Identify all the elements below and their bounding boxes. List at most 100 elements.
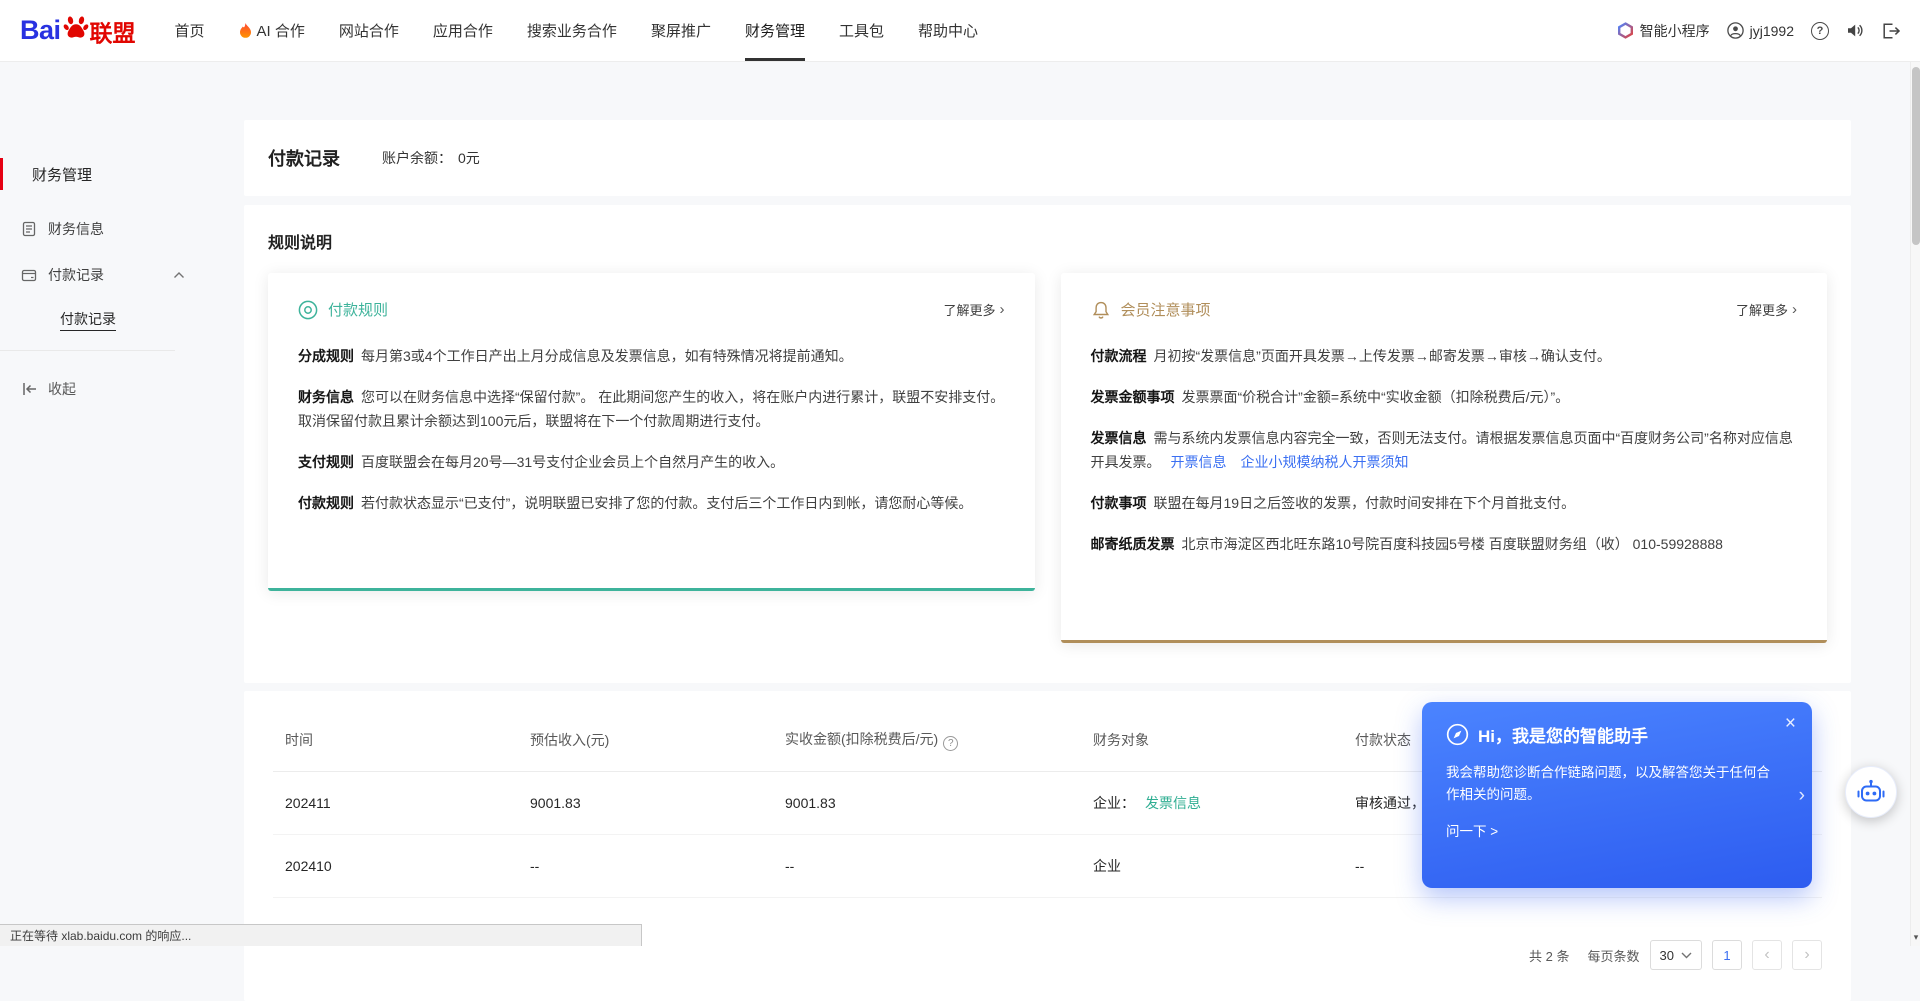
rules-cards: 付款规则 了解更多› 分成规则每月第3或4个工作日产出上月分成信息及发票信息，如… (268, 273, 1827, 643)
nav-item-screen-promotion[interactable]: 聚屏推广 (634, 0, 728, 61)
assistant-next-icon[interactable]: › (1799, 786, 1805, 805)
page-title: 付款记录 (268, 145, 340, 171)
nav-item-toolkit[interactable]: 工具包 (822, 0, 901, 61)
table-header-actual: 实收金额(扣除税费后/元)? (773, 719, 1081, 772)
page-size-value: 30 (1660, 948, 1674, 963)
scrollbar-thumb[interactable] (1912, 67, 1920, 245)
member-notice-card: 会员注意事项 了解更多› 付款流程月初按“发票信息”页面开具发票→上传发票→邮寄… (1061, 273, 1828, 643)
cell-time: 202410 (273, 835, 518, 898)
table-header-time: 时间 (273, 719, 518, 772)
cell-actual: -- (773, 835, 1081, 898)
assistant-header: Hi，我是您的智能助手 (1446, 722, 1788, 747)
next-page-button[interactable]: › (1792, 940, 1822, 970)
speaker-icon[interactable] (1846, 22, 1865, 39)
table-header-label: 实收金额(扣除税费后/元) (785, 731, 938, 747)
rules-section-title: 规则说明 (268, 229, 1827, 253)
prev-page-button[interactable]: ‹ (1752, 940, 1782, 970)
status-text: 正在等待 xlab.baidu.com 的响应... (10, 927, 191, 944)
nav-item-app-cooperation[interactable]: 应用合作 (416, 0, 510, 61)
rule-item: 付款流程月初按“发票信息”页面开具发票→上传发票→邮寄发票→审核→确认支付。 (1091, 344, 1798, 368)
learn-more-link[interactable]: 了解更多 › (943, 300, 1004, 319)
small-taxpayer-invoice-link[interactable]: 企业小规模纳税人开票须知 (1241, 454, 1409, 470)
mini-program-icon (1617, 22, 1634, 39)
logo-text-union: 联盟 (90, 14, 136, 48)
chevron-right-icon: › (1792, 301, 1797, 318)
topnav: Bai 联盟 首页 AI 合作 网站合作 应用合作 搜索业务合作 聚屏推广 财务… (0, 0, 1920, 62)
learn-more-link[interactable]: 了解更多› (1736, 300, 1797, 319)
user-icon (1727, 22, 1744, 39)
sidebar-item-payment-records[interactable]: 付款记录 (0, 252, 215, 298)
pagination-total: 共 2 条 (1529, 946, 1569, 965)
sidebar: 财务管理 财务信息 付款记录 付款记录 收起 (0, 62, 215, 1001)
rule-item: 财务信息您可以在财务信息中选择“保留付款”。 在此期间您产生的收入，将在账户内进… (298, 385, 1005, 433)
card-header: 会员注意事项 了解更多› (1091, 299, 1798, 320)
username: jyj1992 (1750, 23, 1794, 39)
learn-more-label: 了解更多 (1736, 300, 1788, 319)
invoice-info-link[interactable]: 开票信息 (1171, 454, 1227, 470)
collapse-icon (22, 382, 38, 396)
cell-actual: 9001.83 (773, 772, 1081, 835)
page-size-label: 每页条数 (1588, 946, 1640, 965)
nav-item-ai-cooperation[interactable]: AI 合作 (222, 0, 322, 61)
ask-assistant-link[interactable]: 问一下 > (1446, 820, 1498, 840)
balance-label: 账户余额： (382, 150, 452, 166)
card-title: 付款规则 (328, 299, 388, 320)
nav-item-finance-management[interactable]: 财务管理 (728, 0, 822, 61)
payment-rules-card: 付款规则 了解更多 › 分成规则每月第3或4个工作日产出上月分成信息及发票信息，如… (268, 273, 1035, 591)
flame-icon (239, 23, 252, 38)
page-number-current[interactable]: 1 (1712, 940, 1742, 970)
sidebar-subitem-payment-records[interactable]: 付款记录 (0, 298, 215, 342)
cell-time: 202411 (273, 772, 518, 835)
cell-estimated: -- (518, 835, 773, 898)
rule-item: 支付规则百度联盟会在每月20号—31号支付企业会员上个自然月产生的收入。 (298, 450, 1005, 474)
chevron-right-icon: › (1000, 301, 1005, 318)
sidebar-item-finance-info[interactable]: 财务信息 (0, 206, 215, 252)
help-circle-icon[interactable]: ? (943, 736, 958, 751)
rule-item: 付款事项联盟在每月19日之后签收的发票，付款时间安排在下个月首批支付。 (1091, 491, 1798, 515)
card-header: 付款规则 了解更多 › (298, 299, 1005, 320)
baidu-union-logo[interactable]: Bai 联盟 (20, 14, 136, 48)
payment-rules-icon (298, 300, 318, 320)
topnav-right: 智能小程序 jyj1992 ? (1617, 21, 1900, 41)
account-balance: 账户余额： 0元 (382, 148, 480, 168)
scrollbar: ▾ (1910, 62, 1920, 946)
nav-item-help-center[interactable]: 帮助中心 (901, 0, 995, 61)
sidebar-section-finance-management[interactable]: 财务管理 (0, 158, 215, 190)
help-icon[interactable]: ? (1811, 22, 1829, 40)
baidu-paw-icon (63, 14, 89, 38)
assistant-robot-button[interactable] (1845, 766, 1897, 818)
balance-value: 0元 (458, 150, 480, 166)
sidebar-collapse-button[interactable]: 收起 (0, 379, 215, 399)
main-nav: 首页 AI 合作 网站合作 应用合作 搜索业务合作 聚屏推广 财务管理 工具包 … (158, 0, 995, 61)
nav-item-label: AI 合作 (257, 20, 305, 41)
mini-program-link[interactable]: 智能小程序 (1617, 21, 1710, 41)
rule-item: 发票信息需与系统内发票信息内容完全一致，否则无法支付。请根据发票信息页面中“百度… (1091, 426, 1798, 474)
entity-label: 企业 (1093, 858, 1121, 874)
sidebar-item-label: 付款记录 (48, 265, 104, 285)
page-size-select[interactable]: 30 (1650, 940, 1702, 970)
mini-program-label: 智能小程序 (1640, 21, 1710, 41)
nav-item-website-cooperation[interactable]: 网站合作 (322, 0, 416, 61)
nav-item-search-business[interactable]: 搜索业务合作 (510, 0, 634, 61)
rule-item: 分成规则每月第3或4个工作日产出上月分成信息及发票信息，如有特殊情况将提前通知。 (298, 344, 1005, 368)
rules-panel: 规则说明 付款规则 了解更多› 分成规则每月第3或4个工作日产出上月分成信息及发… (244, 205, 1851, 683)
collapse-label: 收起 (48, 379, 76, 399)
user-account[interactable]: jyj1992 (1727, 22, 1794, 39)
learn-more-label: 了解更多 (943, 300, 995, 319)
sidebar-item-label: 财务信息 (48, 219, 104, 239)
nav-item-home[interactable]: 首页 (158, 0, 222, 61)
page-header-panel: 付款记录 账户余额： 0元 (244, 120, 1851, 196)
cell-entity: 企业 (1081, 835, 1343, 898)
rule-item: 邮寄纸质发票北京市海淀区西北旺东路10号院百度科技园5号楼 百度联盟财务组（收）… (1091, 532, 1798, 556)
logout-icon[interactable] (1882, 23, 1900, 39)
member-notice-icon (1091, 300, 1111, 320)
scrollbar-down-arrow[interactable]: ▾ (1911, 932, 1920, 943)
card-title: 会员注意事项 (1121, 299, 1211, 320)
assistant-body-text: 我会帮助您诊断合作链路问题，以及解答您关于任何合作相关的问题。 (1446, 762, 1778, 807)
robot-icon (1856, 778, 1886, 806)
document-icon (21, 221, 37, 237)
logo-text-bai: Bai (20, 15, 61, 46)
sidebar-divider (0, 350, 175, 351)
invoice-info-table-link[interactable]: 发票信息 (1145, 795, 1201, 811)
close-icon[interactable]: × (1785, 714, 1796, 733)
